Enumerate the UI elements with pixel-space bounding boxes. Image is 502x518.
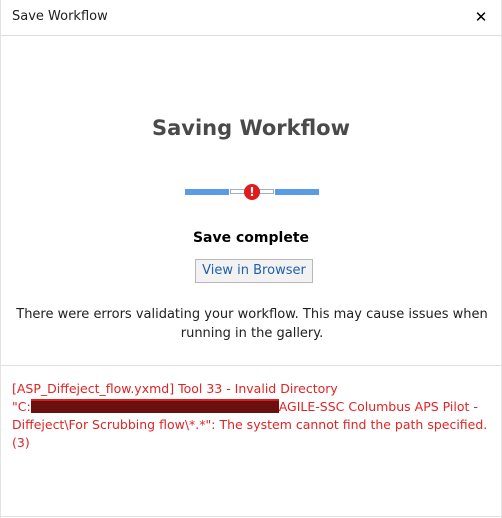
progress-segment-right (275, 189, 319, 195)
dialog-titlebar: Save Workflow ✕ (1, 0, 501, 36)
view-in-browser-button[interactable]: View in Browser (195, 259, 313, 283)
page-title: Saving Workflow (151, 116, 351, 140)
save-progress-indicator: ! (185, 184, 320, 200)
error-icon: ! (244, 184, 260, 200)
error-line-2: "C: AGILE-SSC Columbus APS Pilot - Diffej… (12, 398, 494, 452)
redaction-mark (30, 399, 279, 413)
close-icon[interactable]: ✕ (471, 6, 491, 28)
divider (1, 365, 501, 366)
footer-divider (1, 516, 501, 517)
error-path-prefix: "C: (12, 399, 31, 414)
save-status: Save complete (192, 230, 310, 246)
error-details: [ASP_Diffeject_flow.yxmd] Tool 33 - Inva… (12, 380, 494, 452)
progress-segment-mid-b (259, 189, 274, 194)
progress-segment-left (185, 189, 229, 195)
error-line-1: [ASP_Diffeject_flow.yxmd] Tool 33 - Inva… (12, 381, 338, 396)
dialog-title: Save Workflow (12, 9, 108, 24)
save-workflow-dialog: Save Workflow ✕ Saving Workflow ! Save c… (0, 0, 502, 518)
validation-warning-message: There were errors validating your workfl… (16, 307, 488, 341)
